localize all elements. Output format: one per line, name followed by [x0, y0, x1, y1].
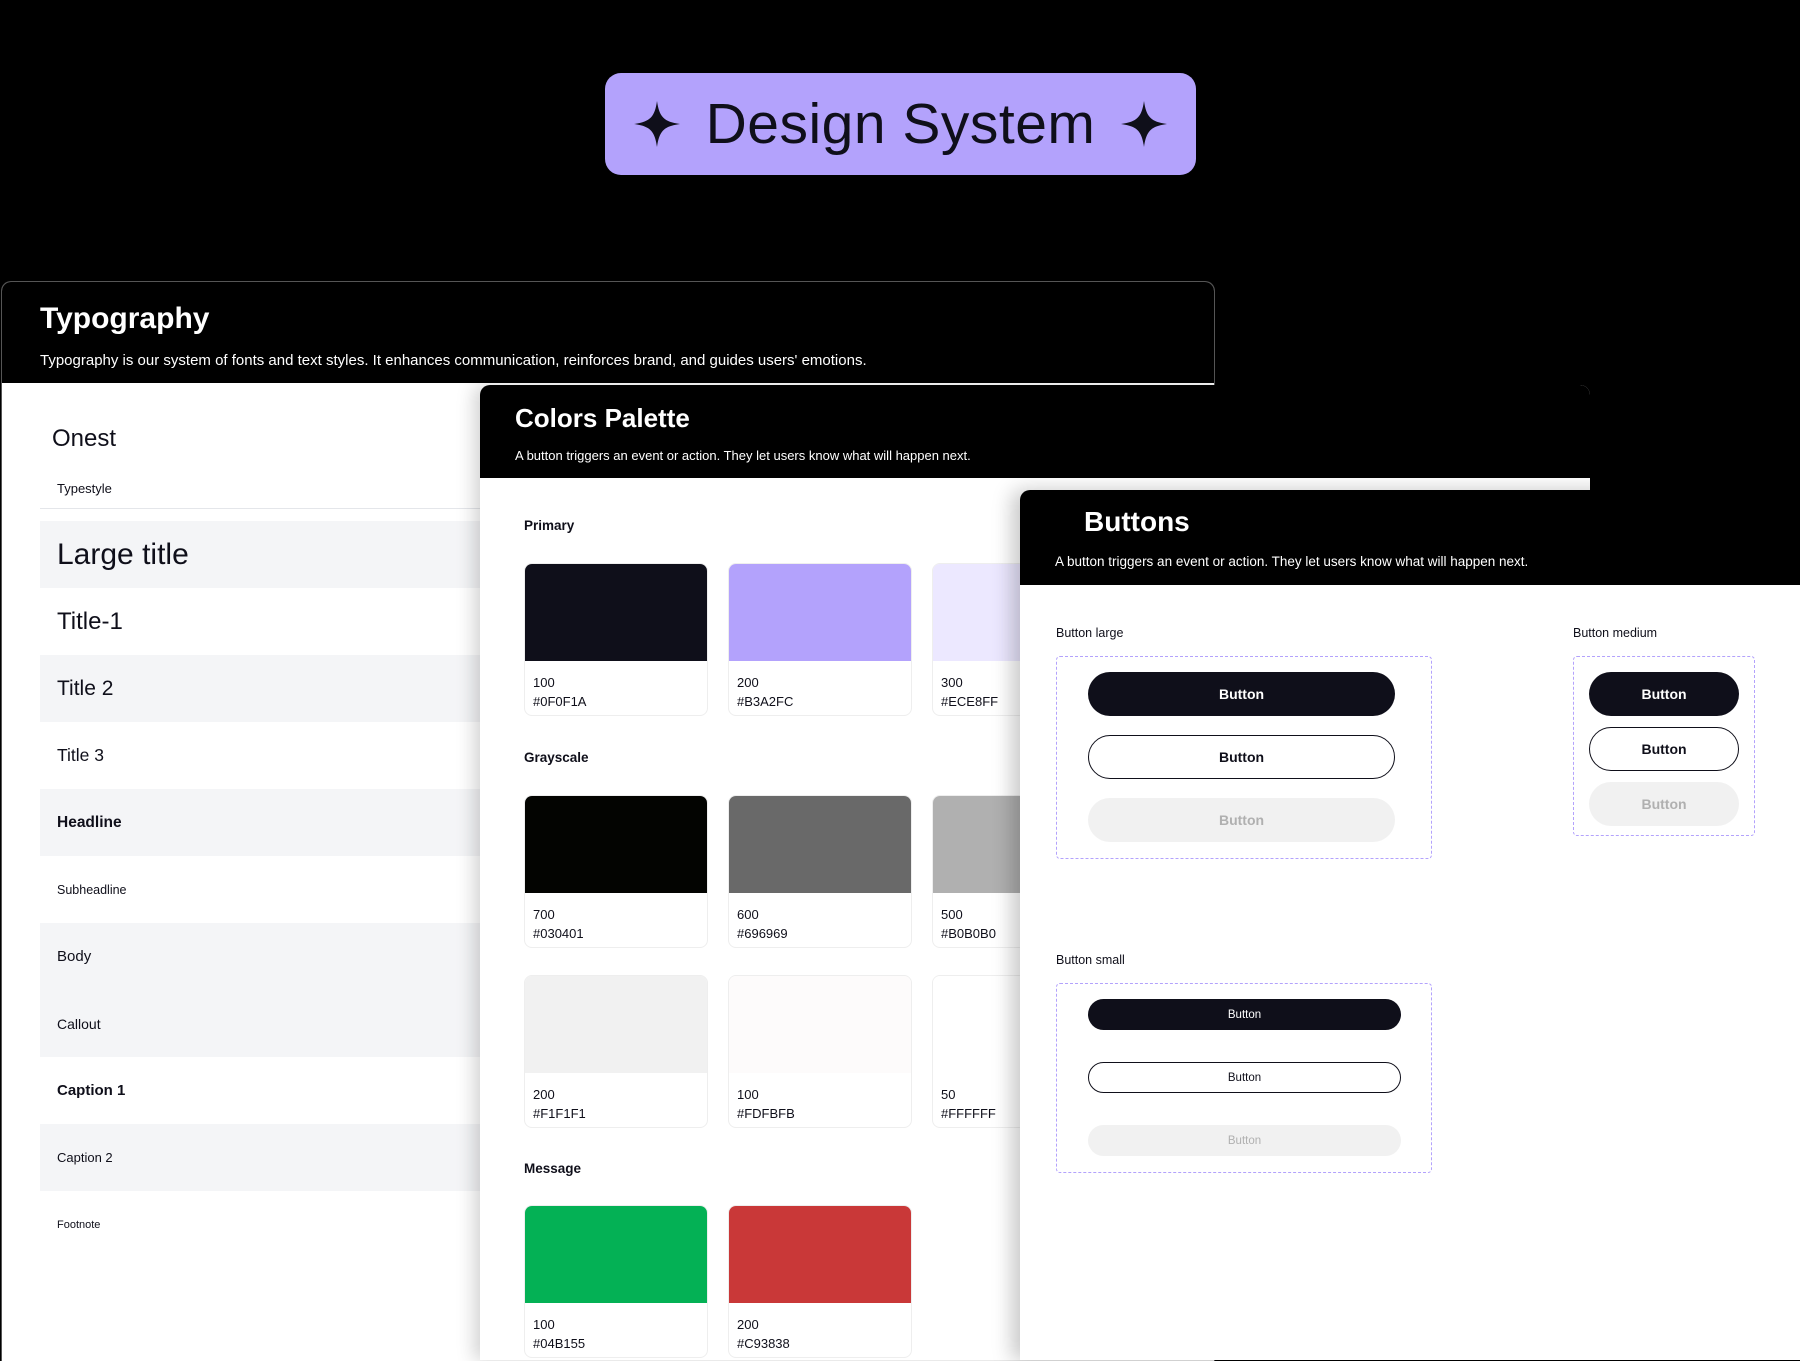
color-weight: 200 [737, 1317, 759, 1332]
button-large-disabled: Button [1088, 798, 1395, 842]
typestyle-sample: Callout [57, 1015, 101, 1032]
color-chip [729, 564, 911, 661]
typestyle-sample: Large title [57, 537, 189, 571]
color-swatch: 200 #C93838 [728, 1205, 912, 1358]
button-large-secondary[interactable]: Button [1088, 735, 1395, 779]
typestyle-column-label: Typestyle [57, 481, 112, 496]
primary-section-label: Primary [524, 518, 575, 533]
color-swatch: 700 #030401 [524, 795, 708, 948]
typestyle-sample: Caption 2 [57, 1150, 113, 1165]
typestyle-sample: Title-1 [57, 607, 123, 635]
color-hex: #F1F1F1 [533, 1106, 586, 1121]
color-weight: 100 [737, 1087, 759, 1102]
color-hex: #C93838 [737, 1336, 790, 1351]
color-weight: 100 [533, 675, 555, 690]
typography-header: Typography Typography is our system of f… [2, 282, 1214, 383]
divider [40, 508, 520, 509]
button-small-secondary[interactable]: Button [1088, 1062, 1401, 1093]
typestyle-sample: Headline [57, 813, 122, 831]
color-hex: #0F0F1A [533, 694, 587, 709]
color-chip [525, 976, 707, 1073]
typestyle-row: Body [40, 923, 520, 990]
buttons-title: Buttons [1084, 506, 1190, 537]
button-small-disabled: Button [1088, 1125, 1401, 1156]
button-small-primary[interactable]: Button [1088, 999, 1401, 1030]
color-hex: #696969 [737, 926, 788, 941]
buttons-panel: Buttons A button triggers an event or ac… [1020, 490, 1800, 1360]
typography-title: Typography [40, 302, 210, 335]
color-weight: 200 [533, 1087, 555, 1102]
button-medium-label: Button medium [1573, 626, 1658, 640]
typestyle-sample: Title 2 [57, 676, 114, 700]
typestyle-row: Title 3 [40, 722, 520, 789]
typestyle-row: Callout [40, 990, 520, 1057]
color-chip [729, 1206, 911, 1303]
color-chip [729, 976, 911, 1073]
color-chip [525, 564, 707, 661]
typestyle-sample: Footnote [57, 1218, 101, 1231]
grayscale-section-label: Grayscale [524, 750, 589, 765]
color-weight: 600 [737, 907, 759, 922]
typestyle-row: Subheadline [40, 856, 520, 923]
typestyle-row: Title 2 [40, 655, 520, 722]
typestyle-row: Large title [40, 521, 520, 588]
color-swatch: 600 #696969 [728, 795, 912, 948]
color-chip [729, 796, 911, 893]
typestyle-row: Title-1 [40, 588, 520, 655]
color-swatch: 200 #B3A2FC [728, 563, 912, 716]
design-system-badge: Design System [605, 73, 1196, 175]
typestyle-row: Caption 1 [40, 1057, 520, 1124]
typestyle-sample: Body [57, 948, 92, 965]
button-medium-primary[interactable]: Button [1589, 672, 1739, 716]
button-medium-disabled: Button [1589, 782, 1739, 826]
colors-title: Colors Palette [515, 403, 690, 433]
typography-description: Typography is our system of fonts and te… [40, 352, 867, 369]
colors-description: A button triggers an event or action. Th… [515, 448, 971, 463]
message-section-label: Message [524, 1161, 582, 1176]
color-hex: #04B155 [533, 1336, 586, 1351]
color-hex: #030401 [533, 926, 584, 941]
color-weight: 700 [533, 907, 555, 922]
color-swatch: 100 #04B155 [524, 1205, 708, 1358]
color-weight: 100 [533, 1317, 555, 1332]
button-large-primary[interactable]: Button [1088, 672, 1395, 716]
page-title: Design System [705, 92, 1096, 156]
typestyle-sample: Caption 1 [57, 1082, 126, 1099]
buttons-header: Buttons A button triggers an event or ac… [1020, 490, 1800, 585]
typestyle-row: Caption 2 [40, 1124, 520, 1191]
button-small-label: Button small [1056, 953, 1125, 967]
buttons-description: A button triggers an event or action. Th… [1055, 554, 1529, 569]
typestyle-row: Footnote [40, 1191, 520, 1258]
button-large-label: Button large [1056, 626, 1124, 640]
color-swatch: 100 #FDFBFB [728, 975, 912, 1128]
sparkle-icon [1121, 101, 1168, 147]
color-swatch: 100 #0F0F1A [524, 563, 708, 716]
color-chip [525, 1206, 707, 1303]
typestyle-sample: Title 3 [57, 745, 105, 765]
color-hex: #FDFBFB [737, 1106, 795, 1121]
typestyle-sample: Subheadline [57, 882, 127, 897]
font-name: Onest [52, 425, 117, 452]
color-weight: 200 [737, 675, 759, 690]
typestyle-row: Headline [40, 789, 520, 856]
color-hex: #B3A2FC [737, 694, 794, 709]
color-chip [525, 796, 707, 893]
colors-header: Colors Palette A button triggers an even… [480, 385, 1590, 478]
sparkle-icon [633, 101, 680, 147]
color-swatch: 200 #F1F1F1 [524, 975, 708, 1128]
button-medium-secondary[interactable]: Button [1589, 727, 1739, 771]
